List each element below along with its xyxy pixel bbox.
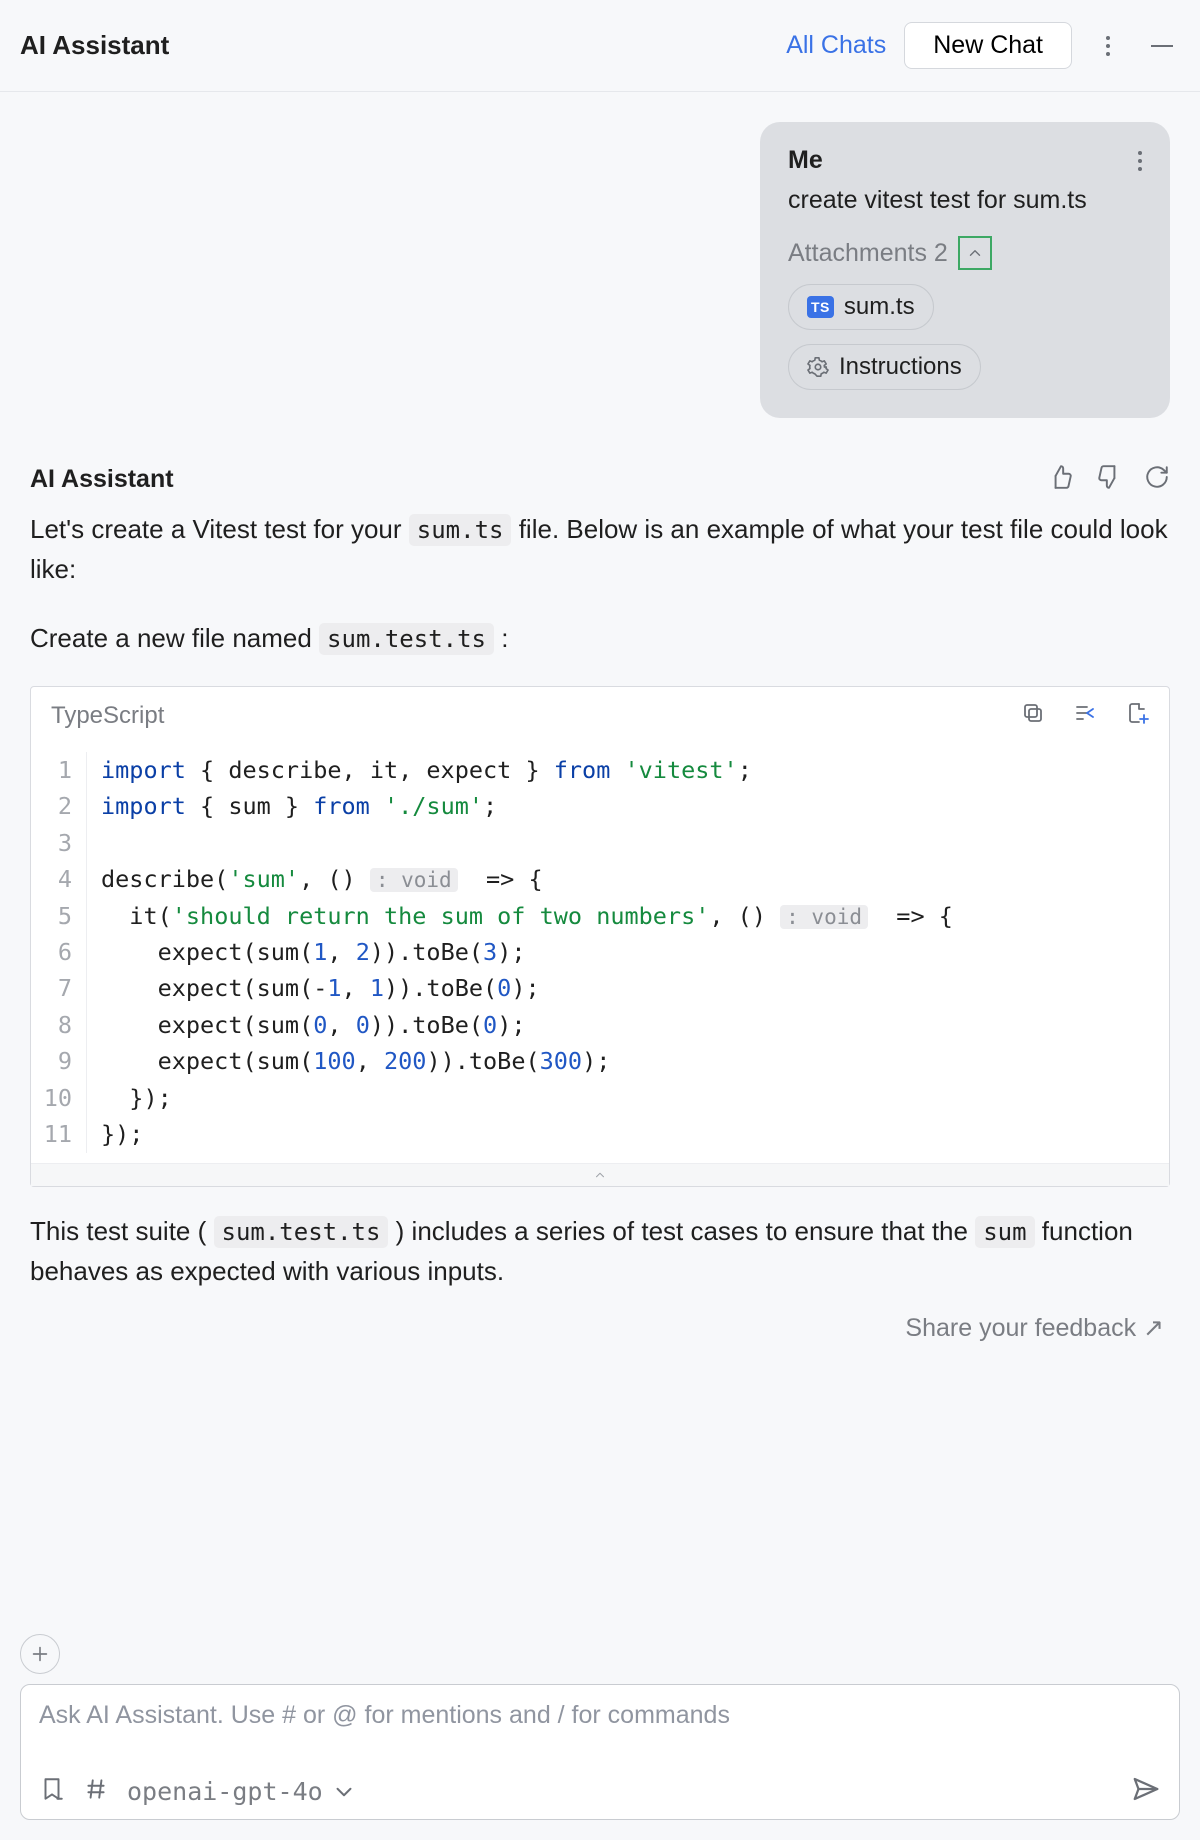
line-number: 1 (31, 752, 87, 788)
attachment-chip-instructions-label: Instructions (839, 353, 962, 381)
code-body: 1import { describe, it, expect } from 'v… (31, 746, 1169, 1163)
model-name: openai-gpt-4o (127, 1777, 323, 1806)
kebab-menu-icon[interactable] (1090, 28, 1126, 64)
line-content: }); (87, 1080, 172, 1116)
code-line: 1import { describe, it, expect } from 'v… (31, 752, 1169, 788)
composer-area: Ask AI Assistant. Use # or @ for mention… (0, 1634, 1200, 1840)
code-line: 3 (31, 825, 1169, 861)
line-content: }); (87, 1116, 143, 1152)
user-name: Me (788, 146, 823, 175)
line-content: import { sum } from './sum'; (87, 788, 497, 824)
assistant-actions (1048, 464, 1170, 495)
code-line: 11}); (31, 1116, 1169, 1152)
new-file-icon[interactable] (1125, 701, 1149, 732)
line-number: 8 (31, 1007, 87, 1043)
gear-icon (807, 356, 829, 378)
line-number: 3 (31, 825, 87, 861)
line-content: import { describe, it, expect } from 'vi… (87, 752, 752, 788)
code-line: 4describe('sum', () : void => { (31, 861, 1169, 897)
line-number: 7 (31, 970, 87, 1006)
code-line: 5 it('should return the sum of two numbe… (31, 898, 1169, 934)
line-number: 6 (31, 934, 87, 970)
line-number: 10 (31, 1080, 87, 1116)
message-menu-icon[interactable] (1138, 151, 1142, 171)
composer-footer: openai-gpt-4o (39, 1774, 1161, 1809)
chat-body: Me create vitest test for sum.ts Attachm… (0, 92, 1200, 1634)
header-actions: All Chats New Chat (786, 22, 1180, 69)
user-message-bubble: Me create vitest test for sum.ts Attachm… (760, 122, 1170, 418)
line-number: 2 (31, 788, 87, 824)
code-block-actions (1021, 701, 1149, 732)
attachment-chip-instructions[interactable]: Instructions (788, 344, 981, 390)
line-number: 5 (31, 898, 87, 934)
typescript-badge-icon: TS (807, 296, 834, 318)
assistant-paragraph-2: Create a new file named sum.test.ts : (30, 618, 1170, 658)
attachment-chip-file-label: sum.ts (844, 293, 915, 321)
header: AI Assistant All Chats New Chat (0, 0, 1200, 92)
attachment-chip-file[interactable]: TS sum.ts (788, 284, 934, 330)
user-message-row: Me create vitest test for sum.ts Attachm… (30, 122, 1170, 418)
code-line: 2import { sum } from './sum'; (31, 788, 1169, 824)
line-content: it('should return the sum of two numbers… (87, 898, 953, 934)
inline-code: sum (975, 1216, 1034, 1248)
insert-icon[interactable] (1073, 701, 1097, 732)
regenerate-icon[interactable] (1144, 464, 1170, 495)
code-line: 10 }); (31, 1080, 1169, 1116)
line-number: 4 (31, 861, 87, 897)
code-line: 8 expect(sum(0, 0)).toBe(0); (31, 1007, 1169, 1043)
code-block-header: TypeScript (31, 687, 1169, 746)
bookmark-icon[interactable] (39, 1776, 65, 1808)
inline-code: sum.ts (409, 514, 512, 546)
code-line: 7 expect(sum(-1, 1)).toBe(0); (31, 970, 1169, 1006)
line-content: expect(sum(1, 2)).toBe(3); (87, 934, 525, 970)
inline-code: sum.test.ts (214, 1216, 389, 1248)
line-number: 9 (31, 1043, 87, 1079)
new-chat-button[interactable]: New Chat (904, 22, 1072, 69)
line-number: 11 (31, 1116, 87, 1152)
composer-input[interactable]: Ask AI Assistant. Use # or @ for mention… (39, 1701, 1161, 1730)
assistant-header: AI Assistant (30, 464, 1170, 495)
copy-icon[interactable] (1021, 701, 1045, 732)
line-content: describe('sum', () : void => { (87, 861, 543, 897)
line-content: expect(sum(100, 200)).toBe(300); (87, 1043, 610, 1079)
all-chats-link[interactable]: All Chats (786, 31, 886, 60)
code-line: 9 expect(sum(100, 200)).toBe(300); (31, 1043, 1169, 1079)
attachments-header: Attachments 2 (788, 236, 1142, 270)
attachments-label: Attachments 2 (788, 239, 948, 268)
add-attachment-button[interactable] (20, 1634, 60, 1674)
line-content (87, 825, 101, 861)
line-content: expect(sum(0, 0)).toBe(0); (87, 1007, 525, 1043)
attachment-chips: TS sum.ts Instructions (788, 284, 1142, 390)
minimize-icon[interactable] (1144, 28, 1180, 64)
chevron-down-icon (331, 1779, 357, 1805)
attachments-collapse-icon[interactable] (958, 236, 992, 270)
share-feedback-link[interactable]: Share your feedback ↗ (905, 1313, 1164, 1343)
assistant-paragraph-1: Let's create a Vitest test for your sum.… (30, 509, 1170, 590)
send-button[interactable] (1131, 1774, 1161, 1809)
code-block: TypeScript 1import { describe, it, expec… (30, 686, 1170, 1187)
model-picker[interactable]: openai-gpt-4o (127, 1777, 357, 1806)
hash-icon[interactable] (83, 1776, 109, 1808)
thumbs-up-icon[interactable] (1048, 464, 1074, 495)
inline-code: sum.test.ts (319, 623, 494, 655)
user-message-text: create vitest test for sum.ts (788, 183, 1142, 218)
thumbs-down-icon[interactable] (1096, 464, 1122, 495)
assistant-name: AI Assistant (30, 465, 174, 494)
app-title: AI Assistant (20, 30, 169, 61)
code-language-label: TypeScript (51, 702, 164, 730)
composer[interactable]: Ask AI Assistant. Use # or @ for mention… (20, 1684, 1180, 1820)
code-line: 6 expect(sum(1, 2)).toBe(3); (31, 934, 1169, 970)
line-content: expect(sum(-1, 1)).toBe(0); (87, 970, 540, 1006)
code-collapse-handle[interactable] (31, 1163, 1169, 1186)
assistant-paragraph-3: This test suite ( sum.test.ts ) includes… (30, 1211, 1170, 1292)
feedback-row: Share your feedback ↗ (30, 1303, 1170, 1363)
